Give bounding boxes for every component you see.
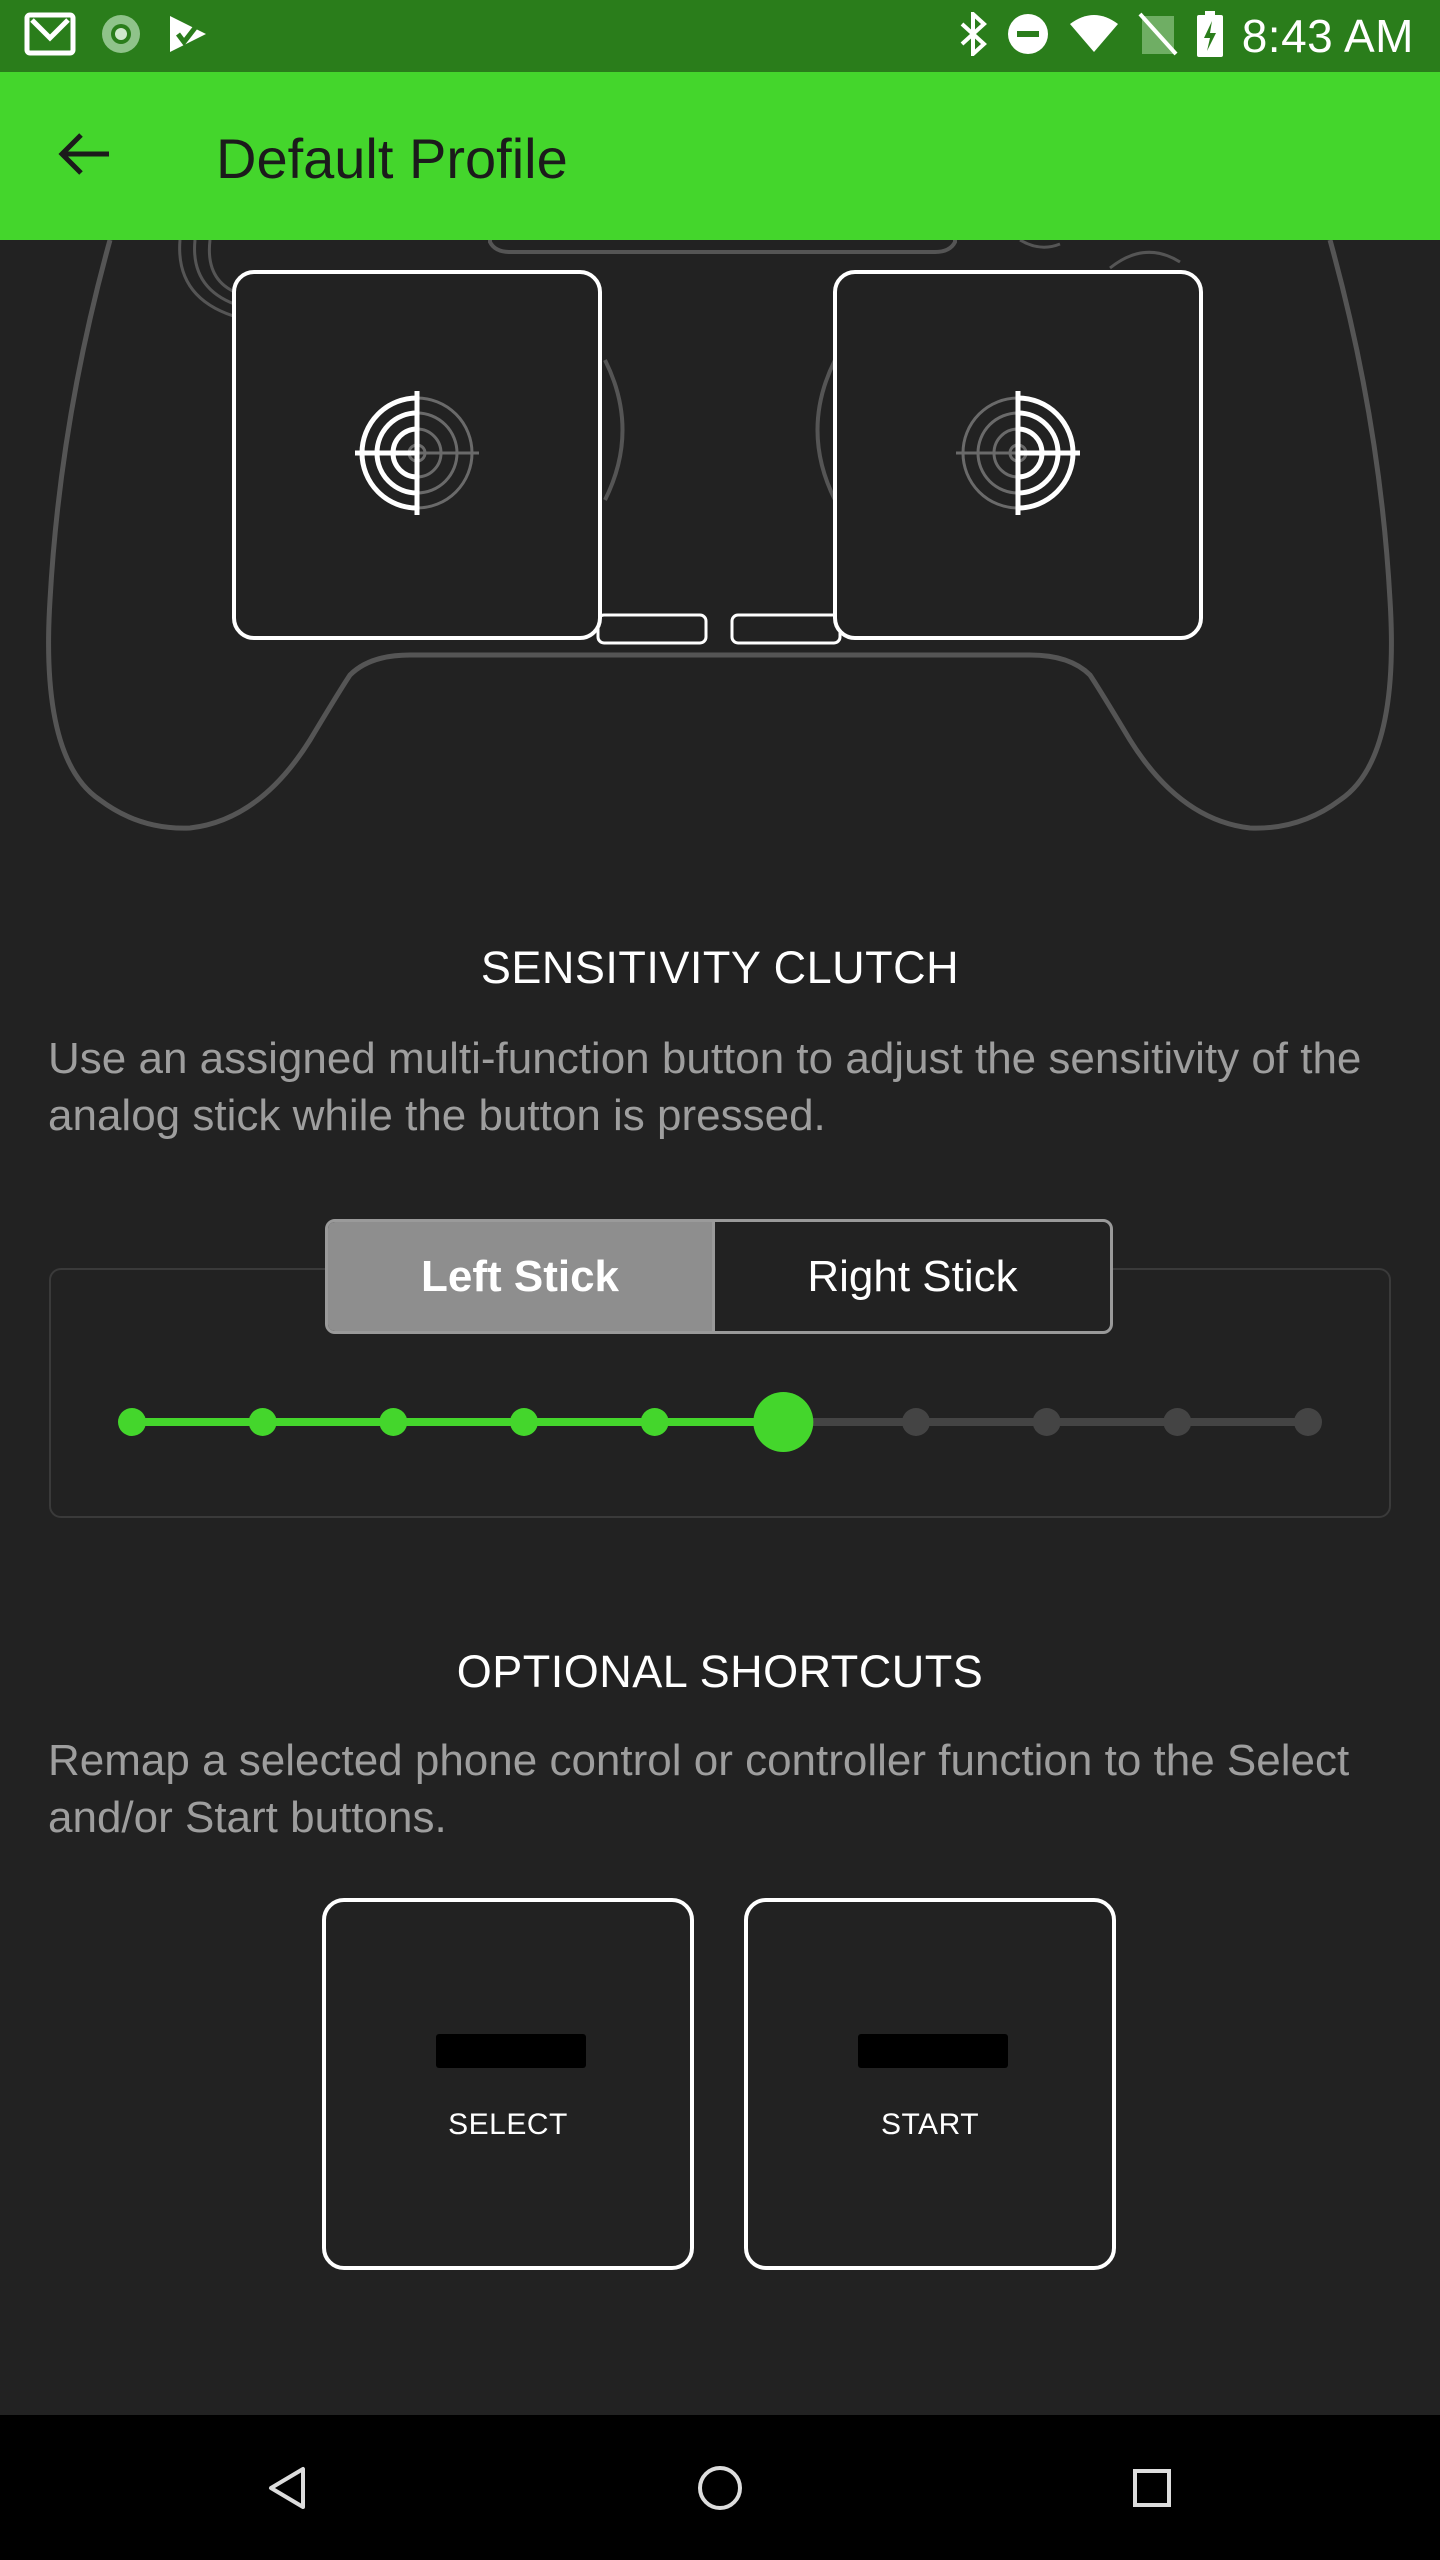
stick-selector: Left Stick Right Stick — [325, 1219, 1113, 1334]
left-stick-button[interactable] — [232, 270, 602, 640]
start-button-icon — [858, 2034, 1008, 2068]
slider-step[interactable] — [118, 1408, 146, 1436]
no-sim-icon — [1138, 12, 1178, 61]
slider-step[interactable] — [902, 1408, 930, 1436]
sensitivity-title: SENSITIVITY CLUTCH — [480, 942, 960, 993]
battery-charging-icon — [1196, 10, 1224, 62]
select-label: SELECT — [448, 2108, 568, 2141]
page-title: Default Profile — [216, 127, 568, 190]
wifi-icon — [1068, 14, 1120, 59]
sensitivity-slider[interactable] — [0, 1380, 1440, 1464]
status-time: 8:43 AM — [1241, 10, 1414, 62]
slider-step[interactable] — [379, 1408, 408, 1436]
notification-icons — [24, 8, 210, 64]
slider-step[interactable] — [248, 1408, 277, 1436]
slider-step[interactable] — [640, 1408, 669, 1436]
slider-step[interactable] — [1294, 1408, 1322, 1436]
right-stick-button[interactable] — [833, 270, 1203, 640]
back-triangle-icon — [263, 2463, 313, 2518]
select-button-icon — [436, 2034, 586, 2068]
slider-step[interactable] — [1032, 1408, 1061, 1436]
crosshair-right-icon — [953, 388, 1083, 523]
crosshair-left-icon — [352, 388, 482, 523]
slider-step[interactable] — [510, 1408, 538, 1436]
slider-thumb[interactable] — [753, 1392, 814, 1452]
gmail-icon — [24, 12, 76, 61]
nav-recents-button[interactable] — [1107, 2445, 1197, 2535]
do-not-disturb-icon — [1006, 12, 1050, 61]
nav-back-button[interactable] — [243, 2445, 333, 2535]
start-shortcut-button[interactable]: START — [744, 1898, 1116, 2270]
home-circle-icon — [695, 2463, 745, 2518]
controller-illustration — [46, 240, 1394, 831]
status-bar: 8:43 AM — [0, 0, 1440, 72]
sensitivity-description: Use an assigned multi-function button to… — [48, 1034, 1362, 1140]
shortcuts-title: OPTIONAL SHORTCUTS — [456, 1646, 984, 1697]
tab-left-stick[interactable]: Left Stick — [328, 1222, 712, 1331]
tab-right-stick[interactable]: Right Stick — [712, 1222, 1110, 1331]
recents-square-icon — [1127, 2463, 1177, 2518]
select-shortcut-button[interactable]: SELECT — [322, 1898, 694, 2270]
nav-home-button[interactable] — [675, 2445, 765, 2535]
shortcuts-description: Remap a selected phone control or contro… — [48, 1736, 1350, 1842]
slider-step[interactable] — [1163, 1408, 1192, 1436]
back-button[interactable] — [40, 116, 128, 196]
system-icons: 8:43 AM — [958, 0, 1414, 72]
play-store-icon — [166, 12, 210, 61]
navigation-bar — [0, 2415, 1440, 2560]
arrow-left-icon — [57, 132, 111, 181]
bluetooth-icon — [958, 8, 988, 61]
start-label: START — [880, 2108, 980, 2141]
app-bar: Default Profile — [0, 72, 1440, 240]
sync-icon — [98, 11, 144, 62]
